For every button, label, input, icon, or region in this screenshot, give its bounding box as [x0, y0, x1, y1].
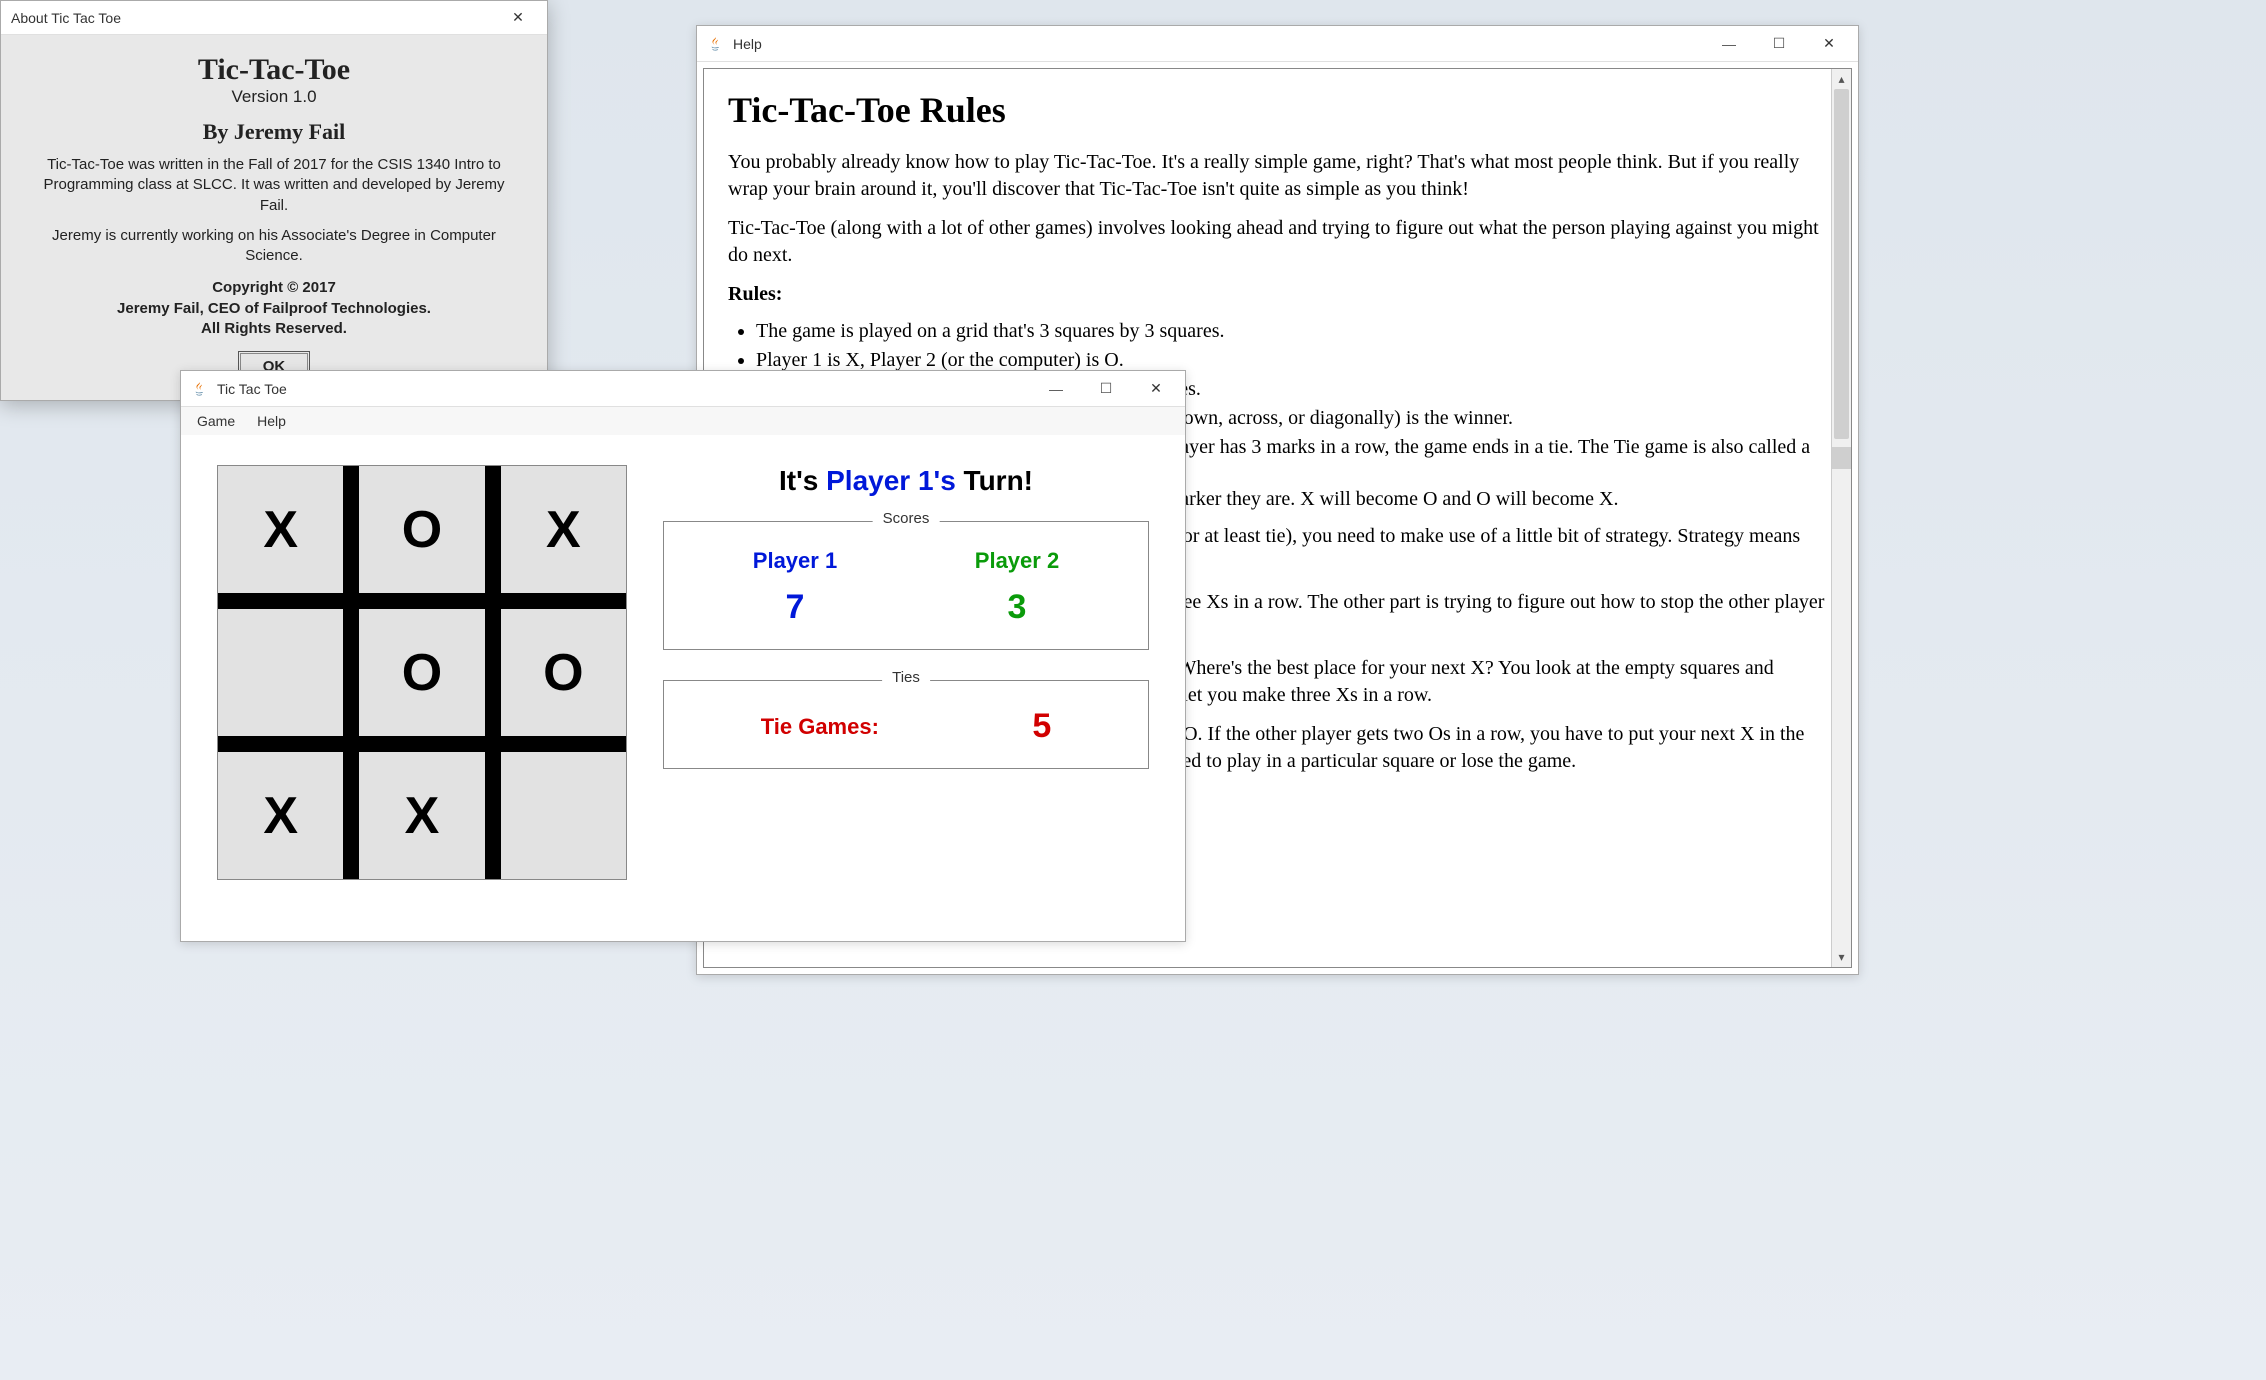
- player1-column: Player 1 7: [695, 548, 895, 627]
- about-title-text: About Tic Tac Toe: [11, 10, 121, 26]
- turn-suffix: Turn!: [956, 465, 1033, 496]
- close-button[interactable]: ✕: [493, 2, 543, 34]
- cell-5[interactable]: O: [501, 609, 626, 736]
- close-button[interactable]: ✕: [1131, 373, 1181, 405]
- help-title: Help: [733, 36, 762, 52]
- cell-8[interactable]: [501, 752, 626, 879]
- scores-box: Scores Player 1 7 Player 2 3: [663, 521, 1149, 650]
- about-content: Tic-Tac-Toe Version 1.0 By Jeremy Fail T…: [1, 35, 547, 400]
- ties-box: Ties Tie Games: 5: [663, 680, 1149, 769]
- help-heading: Tic-Tac-Toe Rules: [728, 89, 1827, 131]
- scroll-thumb-break: [1832, 447, 1851, 469]
- player2-score: 3: [917, 588, 1117, 627]
- about-titlebar[interactable]: About Tic Tac Toe ✕: [1, 1, 547, 35]
- about-paragraph: Jeremy is currently working on his Assoc…: [39, 226, 509, 267]
- scrollbar[interactable]: ▴ ▾: [1831, 69, 1851, 967]
- scores-legend: Scores: [873, 510, 940, 527]
- ties-row: Tie Games: 5: [684, 707, 1128, 746]
- turn-player: Player 1's: [826, 465, 956, 496]
- cell-7[interactable]: X: [359, 752, 484, 879]
- menu-game[interactable]: Game: [189, 411, 243, 431]
- window-controls: — ☐ ✕: [1031, 373, 1181, 405]
- player2-label: Player 2: [917, 548, 1117, 574]
- turn-indicator: It's Player 1's Turn!: [663, 465, 1149, 497]
- ties-value: 5: [1032, 707, 1051, 746]
- game-window: Tic Tac Toe — ☐ ✕ Game Help X O X O O X …: [180, 370, 1186, 942]
- java-icon: [707, 34, 727, 54]
- rule-item: Player 1 is X, Player 2 (or the computer…: [756, 349, 1827, 372]
- close-button[interactable]: ✕: [1804, 28, 1854, 60]
- about-app-name: Tic-Tac-Toe: [21, 53, 527, 87]
- about-dialog: About Tic Tac Toe ✕ Tic-Tac-Toe Version …: [0, 0, 548, 401]
- player1-label: Player 1: [695, 548, 895, 574]
- help-paragraph: Tic-Tac-Toe (along with a lot of other g…: [728, 215, 1827, 269]
- player1-score: 7: [695, 588, 895, 627]
- copy-line: Copyright © 2017: [21, 278, 527, 298]
- about-paragraph: Tic-Tac-Toe was written in the Fall of 2…: [39, 155, 509, 216]
- window-controls: — ☐ ✕: [1704, 28, 1854, 60]
- java-icon: [191, 379, 211, 399]
- scroll-down-icon[interactable]: ▾: [1832, 947, 1851, 967]
- game-titlebar[interactable]: Tic Tac Toe — ☐ ✕: [181, 371, 1185, 407]
- scroll-up-icon[interactable]: ▴: [1832, 69, 1851, 89]
- cell-6[interactable]: X: [218, 752, 343, 879]
- scores-row: Player 1 7 Player 2 3: [684, 548, 1128, 627]
- cell-4[interactable]: O: [359, 609, 484, 736]
- game-body: X O X O O X X It's Player 1's Turn! Scor…: [181, 435, 1185, 910]
- minimize-button[interactable]: —: [1031, 373, 1081, 405]
- about-copyright: Copyright © 2017 Jeremy Fail, CEO of Fai…: [21, 278, 527, 339]
- help-titlebar[interactable]: Help — ☐ ✕: [697, 26, 1858, 62]
- cell-3[interactable]: [218, 609, 343, 736]
- scroll-thumb[interactable]: [1834, 89, 1849, 439]
- game-board: X O X O O X X: [217, 465, 627, 880]
- player2-column: Player 2 3: [917, 548, 1117, 627]
- maximize-button[interactable]: ☐: [1754, 28, 1804, 60]
- help-paragraph: You probably already know how to play Ti…: [728, 149, 1827, 203]
- minimize-button[interactable]: —: [1704, 28, 1754, 60]
- maximize-button[interactable]: ☐: [1081, 373, 1131, 405]
- cell-1[interactable]: O: [359, 466, 484, 593]
- turn-prefix: It's: [779, 465, 826, 496]
- ties-label: Tie Games:: [761, 714, 879, 740]
- cell-0[interactable]: X: [218, 466, 343, 593]
- ties-legend: Ties: [882, 669, 930, 686]
- game-title: Tic Tac Toe: [217, 381, 287, 397]
- about-version: Version 1.0: [21, 87, 527, 107]
- menubar: Game Help: [181, 407, 1185, 435]
- about-author: By Jeremy Fail: [21, 119, 527, 145]
- side-panel: It's Player 1's Turn! Scores Player 1 7 …: [663, 465, 1149, 880]
- copy-line: Jeremy Fail, CEO of Failproof Technologi…: [21, 299, 527, 319]
- rule-item: The game is played on a grid that's 3 sq…: [756, 320, 1827, 343]
- menu-help[interactable]: Help: [249, 411, 294, 431]
- cell-2[interactable]: X: [501, 466, 626, 593]
- copy-line: All Rights Reserved.: [21, 319, 527, 339]
- rules-label: Rules:: [728, 281, 1827, 308]
